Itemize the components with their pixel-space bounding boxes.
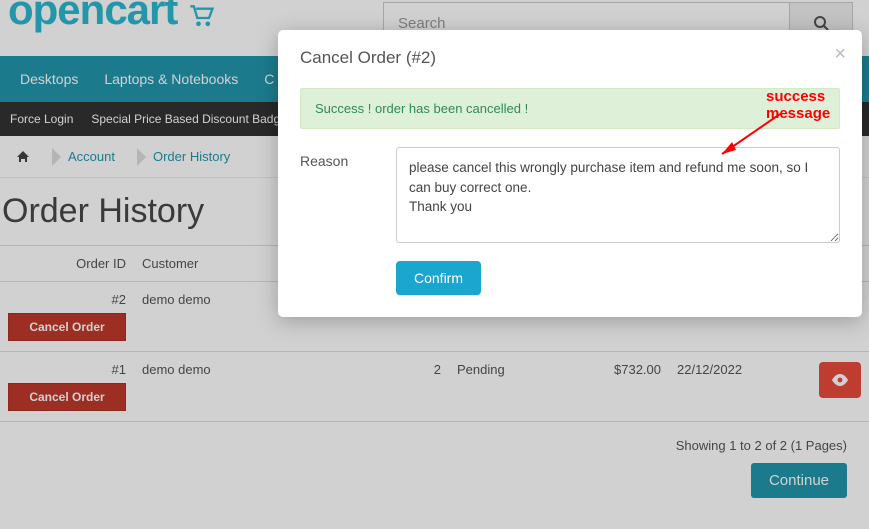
modal-title: Cancel Order (#2): [300, 48, 840, 68]
reason-textarea[interactable]: [396, 147, 840, 243]
annotation-label: success message: [766, 88, 862, 122]
cancel-order-modal: × Cancel Order (#2) Success ! order has …: [278, 30, 862, 317]
reason-label: Reason: [300, 147, 396, 243]
success-alert: Success ! order has been cancelled !: [300, 88, 840, 129]
close-icon[interactable]: ×: [834, 44, 846, 64]
confirm-button[interactable]: Confirm: [396, 261, 481, 295]
reason-row: Reason: [300, 147, 840, 243]
